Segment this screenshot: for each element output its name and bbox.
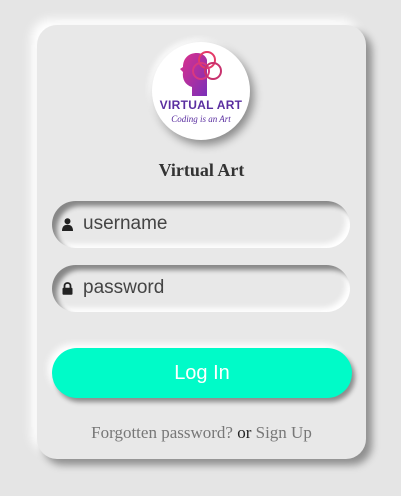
username-field [52, 201, 350, 248]
password-field [52, 265, 350, 312]
or-separator: or [237, 423, 252, 442]
login-card: VIRTUAL ART Coding is an Art Virtual Art… [37, 25, 366, 459]
head-with-circles-icon [180, 51, 222, 96]
logo: VIRTUAL ART Coding is an Art [152, 42, 250, 140]
brand-name: Virtual Art [158, 160, 245, 180]
footer-links: Forgotten password? or Sign Up [37, 423, 366, 443]
lock-icon [62, 282, 73, 295]
signup-link[interactable]: Sign Up [256, 423, 312, 442]
logo-title: VIRTUAL ART [159, 98, 243, 112]
password-input[interactable] [83, 272, 333, 304]
logo-tagline: Coding is an Art [171, 114, 231, 124]
forgot-password-link[interactable]: Forgotten password? [91, 423, 233, 442]
username-input[interactable] [83, 208, 333, 240]
user-icon [62, 218, 73, 231]
login-button[interactable]: Log In [52, 348, 352, 398]
